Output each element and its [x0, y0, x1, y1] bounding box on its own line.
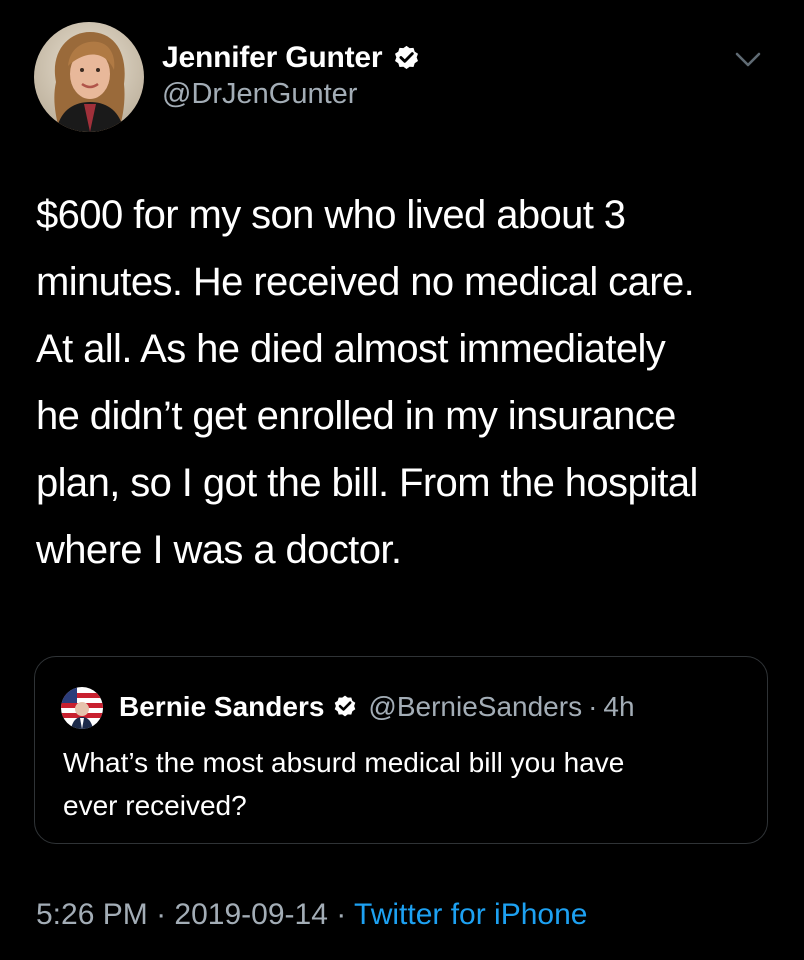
tweet-text-line: At all. As he died almost immediately — [36, 327, 666, 371]
chevron-down-icon[interactable] — [732, 48, 764, 72]
tweet-text-line: minutes. He received no medical care. — [36, 260, 695, 304]
tweet-text: $600 for my son who lived about 3 minute… — [36, 182, 776, 584]
verified-badge-icon — [395, 45, 419, 69]
author-handle[interactable]: @DrJenGunter — [162, 78, 357, 111]
quoted-author-handle[interactable]: @BernieSanders — [368, 691, 582, 723]
tweet-footer: 5:26 PM · 2019-09-14 · Twitter for iPhon… — [36, 898, 587, 932]
tweet-container: Jennifer Gunter @DrJenGunter $600 for my… — [0, 0, 804, 960]
tweet-text-line: plan, so I got the bill. From the hospit… — [36, 461, 698, 505]
author-avatar[interactable] — [34, 22, 144, 132]
tweet-source-link[interactable]: Twitter for iPhone — [354, 898, 587, 931]
tweet-text-line: $600 for my son who lived about 3 — [36, 193, 626, 237]
tweet-date[interactable]: 2019-09-14 — [174, 898, 327, 931]
verified-badge-icon — [335, 695, 356, 717]
quoted-tweet-header: Bernie Sanders @BernieSanders · 4h — [119, 689, 635, 725]
quoted-author-avatar — [61, 687, 103, 729]
author-name[interactable]: Jennifer Gunter — [162, 41, 383, 75]
footer-separator: · — [336, 898, 347, 931]
author-name-row[interactable]: Jennifer Gunter — [162, 40, 421, 76]
quoted-tweet-text: What’s the most absurd medical bill you … — [63, 741, 743, 827]
tweet-text-line: where I was a doctor. — [36, 528, 402, 572]
tweet-time[interactable]: 5:26 PM — [36, 898, 148, 931]
quoted-separator: · — [588, 691, 598, 722]
tweet-text-line: he didn’t get enrolled in my insurance — [36, 394, 676, 438]
quoted-tweet-card[interactable]: Bernie Sanders @BernieSanders · 4h What’… — [34, 656, 768, 844]
quoted-tweet-age: 4h — [603, 691, 635, 722]
footer-separator: · — [156, 898, 167, 931]
quoted-author-name[interactable]: Bernie Sanders — [119, 691, 324, 723]
author-avatar-image — [34, 22, 144, 132]
quoted-tweet-text-line: ever received? — [63, 790, 247, 821]
quoted-author-avatar-image — [61, 687, 103, 729]
quoted-tweet-text-line: What’s the most absurd medical bill you … — [63, 747, 625, 778]
